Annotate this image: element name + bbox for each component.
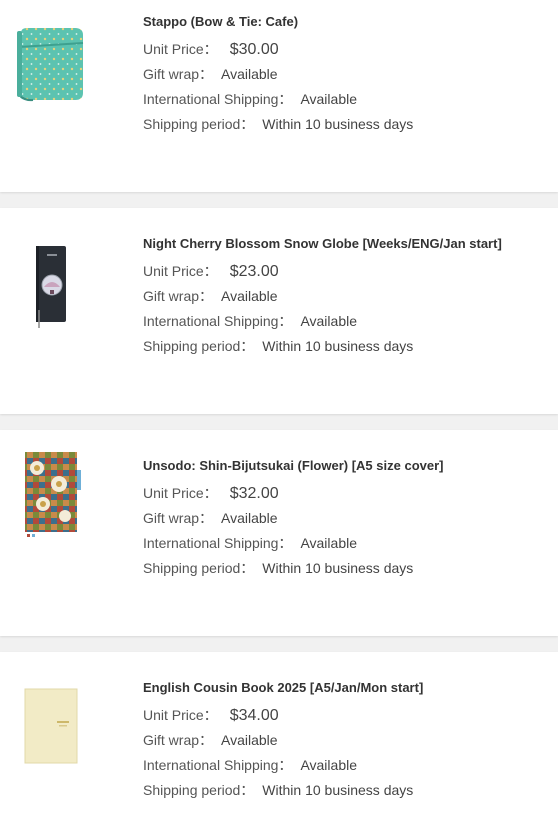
shipping-period-row: Shipping period： Within 10 business days <box>143 115 550 140</box>
unit-price-label: Unit Price： <box>143 485 218 501</box>
gift-wrap-label: Gift wrap： <box>143 288 214 304</box>
gift-wrap-value: Available <box>221 732 278 748</box>
shipping-period-value: Within 10 business days <box>262 338 414 354</box>
unit-price-value: $32.00 <box>229 485 279 502</box>
shipping-period-row: Shipping period： Within 10 business days <box>143 559 550 584</box>
international-shipping-label: International Shipping： <box>143 313 293 329</box>
international-shipping-row: International Shipping： Available <box>143 756 550 781</box>
teal-pouch-image <box>17 28 84 102</box>
international-shipping-label: International Shipping： <box>143 91 293 107</box>
product-image-cousin-book[interactable] <box>14 680 88 772</box>
unit-price-row: Unit Price： $23.00 <box>143 262 550 287</box>
international-shipping-row: International Shipping： Available <box>143 312 550 337</box>
product-info: Stappo (Bow & Tie: Cafe) Unit Price： $30.… <box>143 14 550 140</box>
product-image-shin-bijutsukai[interactable] <box>14 450 88 542</box>
international-shipping-row: International Shipping： Available <box>143 534 550 559</box>
international-shipping-value: Available <box>300 91 357 107</box>
product-title[interactable]: Unsodo: Shin-Bijutsukai (Flower) [A5 siz… <box>143 458 550 474</box>
gift-wrap-row: Gift wrap： Available <box>143 287 550 312</box>
gift-wrap-row: Gift wrap： Available <box>143 731 550 756</box>
product-card[interactable]: Night Cherry Blossom Snow Globe [Weeks/E… <box>0 208 558 414</box>
international-shipping-row: International Shipping： Available <box>143 90 550 115</box>
gift-wrap-label: Gift wrap： <box>143 510 214 526</box>
gift-wrap-value: Available <box>221 510 278 526</box>
unit-price-row: Unit Price： $32.00 <box>143 484 550 509</box>
gift-wrap-row: Gift wrap： Available <box>143 65 550 90</box>
shipping-period-label: Shipping period： <box>143 782 255 798</box>
shipping-period-row: Shipping period： Within 10 business days <box>143 781 550 806</box>
gift-wrap-row: Gift wrap： Available <box>143 509 550 534</box>
shipping-period-label: Shipping period： <box>143 338 255 354</box>
unit-price-value: $23.00 <box>229 263 279 280</box>
unit-price-label: Unit Price： <box>143 263 218 279</box>
shipping-period-value: Within 10 business days <box>262 782 414 798</box>
shipping-period-label: Shipping period： <box>143 560 255 576</box>
unit-price-label: Unit Price： <box>143 707 218 723</box>
patterned-cover-image <box>25 452 81 537</box>
product-list: Stappo (Bow & Tie: Cafe) Unit Price： $30.… <box>0 0 558 832</box>
gift-wrap-label: Gift wrap： <box>143 732 214 748</box>
shipping-period-value: Within 10 business days <box>262 116 414 132</box>
international-shipping-value: Available <box>300 535 357 551</box>
product-card[interactable]: Unsodo: Shin-Bijutsukai (Flower) [A5 siz… <box>0 430 558 636</box>
product-image-stappo[interactable] <box>14 18 88 110</box>
shipping-period-value: Within 10 business days <box>262 560 414 576</box>
gift-wrap-value: Available <box>221 66 278 82</box>
product-card[interactable]: English Cousin Book 2025 [A5/Jan/Mon sta… <box>0 652 558 832</box>
unit-price-row: Unit Price： $34.00 <box>143 706 550 731</box>
product-card[interactable]: Stappo (Bow & Tie: Cafe) Unit Price： $30.… <box>0 0 558 192</box>
international-shipping-value: Available <box>300 313 357 329</box>
unit-price-label: Unit Price： <box>143 41 218 57</box>
shipping-period-label: Shipping period： <box>143 116 255 132</box>
international-shipping-label: International Shipping： <box>143 535 293 551</box>
gift-wrap-label: Gift wrap： <box>143 66 214 82</box>
unit-price-value: $34.00 <box>229 707 279 724</box>
product-image-snow-globe[interactable] <box>14 240 88 332</box>
product-title[interactable]: Night Cherry Blossom Snow Globe [Weeks/E… <box>143 236 550 252</box>
international-shipping-label: International Shipping： <box>143 757 293 773</box>
unit-price-row: Unit Price： $30.00 <box>143 40 550 65</box>
product-title[interactable]: Stappo (Bow & Tie: Cafe) <box>143 14 550 30</box>
gift-wrap-value: Available <box>221 288 278 304</box>
product-info: Night Cherry Blossom Snow Globe [Weeks/E… <box>143 236 550 362</box>
product-info: English Cousin Book 2025 [A5/Jan/Mon sta… <box>143 680 550 806</box>
product-info: Unsodo: Shin-Bijutsukai (Flower) [A5 siz… <box>143 458 550 584</box>
cream-book-image <box>24 688 78 764</box>
dark-planner-image <box>36 246 66 328</box>
product-title[interactable]: English Cousin Book 2025 [A5/Jan/Mon sta… <box>143 680 550 696</box>
unit-price-value: $30.00 <box>229 41 279 58</box>
shipping-period-row: Shipping period： Within 10 business days <box>143 337 550 362</box>
international-shipping-value: Available <box>300 757 357 773</box>
